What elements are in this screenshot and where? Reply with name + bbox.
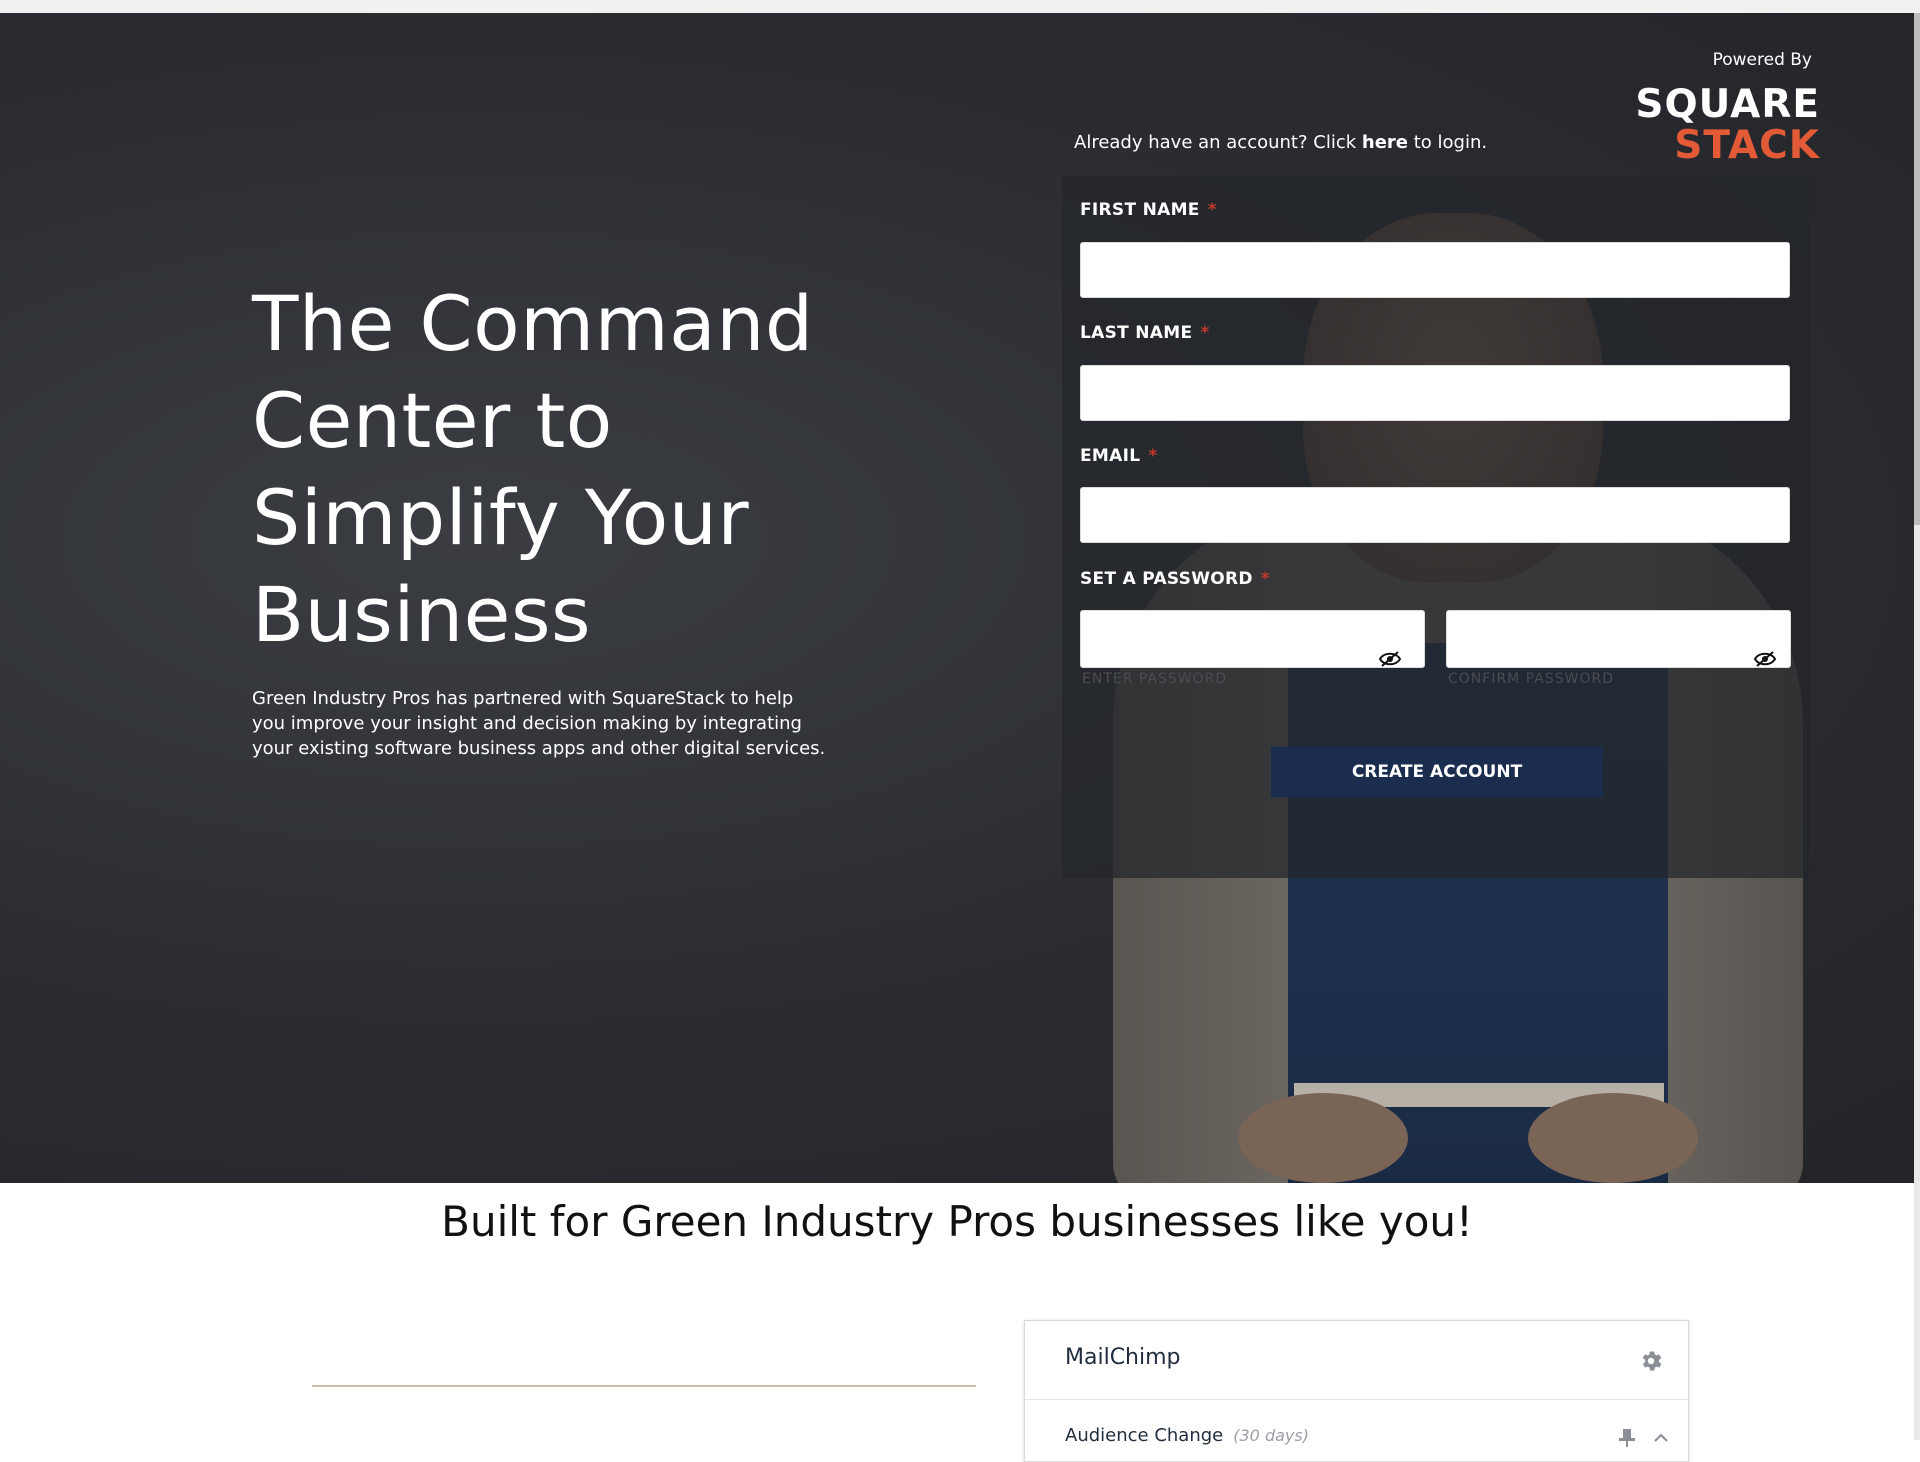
email-field[interactable]	[1080, 487, 1790, 543]
row-sub: (30 days)	[1233, 1426, 1309, 1445]
logo-line-1: SQUARE	[1635, 82, 1820, 127]
login-prefix: Already have an account? Click	[1074, 132, 1362, 153]
required-marker: *	[1260, 569, 1271, 589]
email-label: EMAIL *	[1080, 446, 1158, 466]
hero-headline: The Command Center to Simplify Your Busi…	[252, 279, 814, 659]
pin-icon[interactable]	[1619, 1429, 1635, 1447]
required-marker: *	[1200, 323, 1210, 343]
required-marker: *	[1148, 446, 1158, 466]
first-name-label: FIRST NAME *	[1080, 200, 1217, 220]
login-link[interactable]: here	[1362, 132, 1408, 153]
mailchimp-card: MailChimp Audience Change (30 days)	[1024, 1320, 1689, 1462]
logo-line-2: STACK	[1674, 123, 1820, 168]
hero-intro: Green Industry Pros has partnered with S…	[252, 688, 826, 759]
powered-by-label: Powered By	[1712, 50, 1812, 70]
login-suffix: to login.	[1407, 132, 1488, 153]
card-title: MailChimp	[1065, 1345, 1181, 1370]
section-title: Built for Green Industry Pros businesses…	[441, 1197, 1473, 1246]
password-label: SET A PASSWORD *	[1080, 569, 1271, 589]
eye-slash-icon[interactable]	[1753, 650, 1777, 668]
row-actions	[1619, 1429, 1668, 1447]
login-prompt: Already have an account? Click here to l…	[1074, 132, 1487, 153]
first-name-field[interactable]	[1080, 242, 1790, 298]
row-label: Audience Change	[1065, 1425, 1224, 1446]
eye-slash-icon[interactable]	[1378, 650, 1402, 668]
chevron-up-icon[interactable]	[1654, 1433, 1668, 1442]
squarestack-logo: SQUARE STACK	[1630, 84, 1820, 166]
required-marker: *	[1207, 200, 1217, 220]
confirm-password-hint: CONFIRM PASSWORD	[1448, 671, 1614, 687]
create-account-button[interactable]: CREATE ACCOUNT	[1271, 747, 1603, 797]
last-name-label: LAST NAME *	[1080, 323, 1210, 343]
scrollbar-thumb[interactable]	[1914, 13, 1920, 525]
confirm-password-field[interactable]	[1446, 610, 1791, 668]
card-divider	[1025, 1399, 1688, 1400]
scrollbar[interactable]	[1914, 13, 1920, 1440]
divider-line	[312, 1385, 976, 1387]
card-row: Audience Change (30 days)	[1065, 1425, 1309, 1446]
top-bar	[0, 0, 1920, 13]
last-name-field[interactable]	[1080, 365, 1790, 421]
gear-icon[interactable]	[1638, 1348, 1664, 1374]
password-field[interactable]	[1080, 610, 1425, 668]
password-hint: ENTER PASSWORD	[1082, 671, 1228, 687]
